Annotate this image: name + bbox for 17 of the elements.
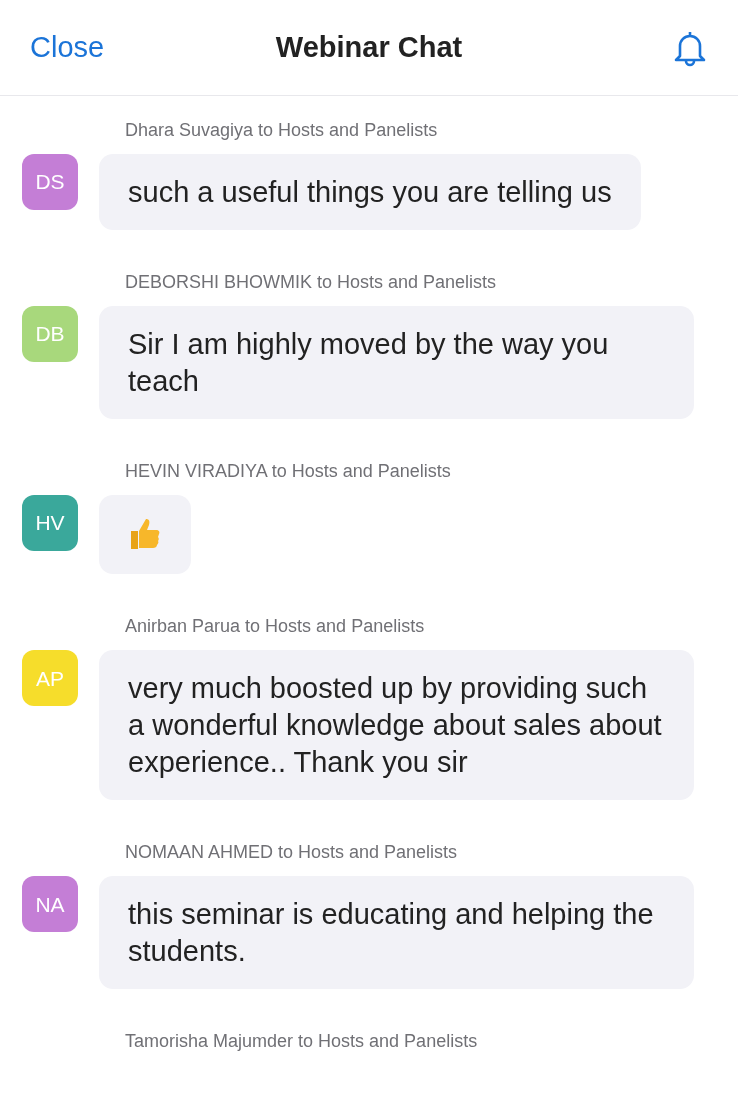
sender-label: HEVIN VIRADIYA to Hosts and Panelists <box>125 460 452 483</box>
message-bubble: very much boosted up by providing such a wonderful knowledge about sales about experience.. Thank you sir <box>99 650 694 801</box>
message-bubble: Sir I am highly moved by the way you teach <box>99 306 694 419</box>
window-title: Webinar Chat <box>275 30 463 63</box>
close-button[interactable]: Close <box>30 25 105 70</box>
sender-label: NOMAAN AHMED to Hosts and Panelists <box>125 841 459 865</box>
avatar: DS <box>22 154 78 210</box>
avatar: AP <box>22 650 78 707</box>
avatar: NA <box>22 876 78 933</box>
sender-label: Tamorisha Majumder to Hosts and Panelists <box>125 1030 479 1054</box>
sender-label: Dhara Suvagiya to Hosts and Panelists <box>125 119 439 142</box>
avatar: DB <box>22 306 78 362</box>
sender-label: Anirban Parua to Hosts and Panelists <box>125 615 426 639</box>
message-bubble: such a useful things you are telling us <box>99 154 641 230</box>
avatar: HV <box>22 495 78 551</box>
sender-label: DEBORSHI BHOWMIK to Hosts and Panelists <box>125 271 498 294</box>
message-bubble: this seminar is educating and helping the students. <box>99 876 694 990</box>
